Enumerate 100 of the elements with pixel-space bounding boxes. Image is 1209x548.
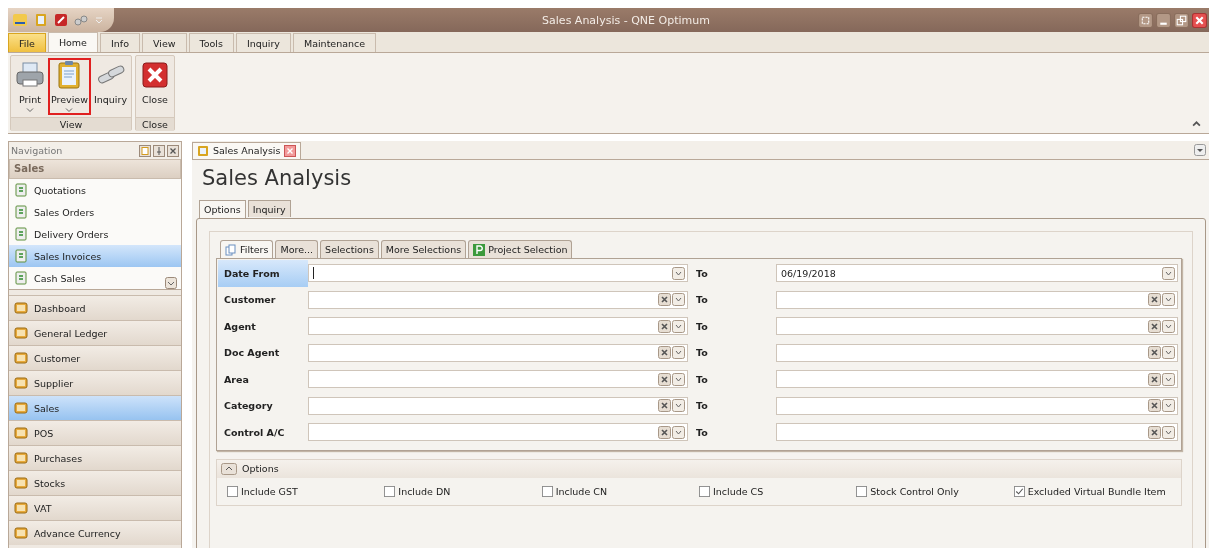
dropdown-icon[interactable] (672, 293, 685, 307)
ribbon-tab[interactable]: Tools (188, 33, 234, 52)
ribbon-tab[interactable]: View (141, 33, 187, 52)
ribbon-button[interactable]: Close (137, 58, 174, 115)
navigation-item[interactable]: Quotations (9, 179, 181, 201)
clipboard-icon[interactable] (34, 13, 48, 27)
ribbon-tab[interactable]: Maintenance (292, 33, 377, 52)
filter-tab[interactable]: Selections (320, 240, 379, 258)
close-icon (140, 60, 171, 90)
checkbox[interactable] (856, 485, 868, 497)
module-button[interactable]: Dashboard (9, 295, 181, 320)
close-icon[interactable] (1192, 12, 1207, 28)
input-field[interactable] (776, 343, 1178, 362)
filter-tab[interactable]: Filters (220, 240, 274, 258)
clear-icon[interactable] (1148, 425, 1161, 439)
checkbox-label: Include DN (398, 485, 451, 497)
filter-tab[interactable]: Project Selection (468, 240, 573, 258)
dropdown-icon[interactable] (1162, 319, 1175, 333)
dropdown-icon[interactable] (1162, 425, 1175, 439)
navigation-item[interactable]: Delivery Orders (9, 223, 181, 245)
ribbon-tab[interactable]: Home (47, 32, 98, 52)
dropdown-icon[interactable] (1162, 399, 1175, 413)
dropdown-icon[interactable] (672, 399, 685, 413)
module-button[interactable]: Supplier (9, 370, 181, 395)
app-icon[interactable] (12, 12, 28, 28)
clear-icon[interactable] (1148, 399, 1161, 413)
dropdown-icon[interactable] (672, 372, 685, 386)
input-field[interactable] (776, 423, 1178, 442)
input-field[interactable] (308, 290, 688, 309)
document-tab[interactable]: Sales Analysis (192, 141, 302, 159)
dropdown-icon[interactable] (1162, 372, 1175, 386)
clear-icon[interactable] (658, 346, 671, 360)
module-button[interactable]: Purchases (9, 445, 181, 470)
dropdown-icon[interactable] (672, 346, 685, 360)
collapse-icon[interactable] (221, 462, 237, 475)
module-button[interactable]: Customer (9, 345, 181, 370)
pages-icon (225, 243, 237, 256)
ribbon-tab[interactable]: Info (99, 33, 140, 52)
checkbox[interactable] (1013, 485, 1025, 497)
ribbon-button[interactable]: Print (12, 58, 48, 115)
clear-icon[interactable] (1148, 372, 1161, 386)
checkbox[interactable] (541, 485, 553, 497)
checkbox-label: Stock Control Only (870, 485, 959, 497)
restore-icon[interactable] (1174, 12, 1189, 28)
ribbon-tab[interactable]: Inquiry (235, 33, 291, 52)
module-button[interactable]: Stocks (9, 470, 181, 495)
filter-tab[interactable]: More... (275, 240, 319, 258)
checkbox[interactable] (384, 485, 396, 497)
dropdown-icon[interactable] (1162, 346, 1175, 360)
input-field[interactable] (308, 264, 688, 283)
checkbox[interactable] (227, 485, 238, 497)
module-button[interactable]: General Ledger (9, 320, 181, 345)
minimize-icon[interactable] (1156, 12, 1171, 28)
clear-icon[interactable] (658, 399, 671, 413)
dropdown-icon[interactable] (1162, 266, 1175, 280)
navigation-item[interactable]: Sales Orders (9, 201, 181, 223)
fullscreen-icon[interactable] (1138, 12, 1153, 28)
document-icon[interactable] (139, 144, 151, 157)
input-field[interactable] (308, 343, 688, 362)
input-field[interactable]: 06/19/2018 (776, 264, 1178, 283)
clear-icon[interactable] (1148, 293, 1161, 307)
ribbon-button[interactable]: Preview (48, 58, 91, 115)
navigation-item[interactable]: Sales Invoices (9, 245, 181, 267)
input-field[interactable] (776, 317, 1178, 336)
close-icon[interactable] (284, 144, 297, 157)
pin-icon[interactable] (153, 144, 165, 157)
input-field[interactable] (308, 396, 688, 415)
input-field[interactable] (308, 370, 688, 389)
clear-icon[interactable] (658, 425, 671, 439)
input-field[interactable] (308, 317, 688, 336)
ribbon-tab[interactable]: File (8, 33, 46, 52)
input-field[interactable] (776, 370, 1178, 389)
page-tab[interactable]: Options (199, 200, 246, 218)
dropdown-icon[interactable] (672, 266, 685, 280)
exit-icon[interactable] (54, 13, 68, 27)
input-field[interactable] (776, 290, 1178, 309)
collapse-ribbon-icon[interactable] (1192, 121, 1201, 127)
checkbox[interactable] (699, 485, 710, 497)
dropdown-icon[interactable] (1194, 144, 1206, 156)
clear-icon[interactable] (1148, 319, 1161, 333)
module-button[interactable]: VAT (9, 495, 181, 520)
module-button[interactable]: Advance Currency (9, 520, 181, 545)
close-icon[interactable] (167, 144, 179, 157)
filter-tab[interactable]: More Selections (380, 240, 467, 258)
dropdown-icon[interactable] (672, 425, 685, 439)
clear-icon[interactable] (658, 319, 671, 333)
clear-icon[interactable] (1148, 346, 1161, 360)
scroll-down-icon[interactable] (165, 277, 177, 289)
module-button[interactable]: Sales (9, 395, 181, 420)
ribbon-button[interactable]: Inquiry (91, 58, 131, 115)
input-field[interactable] (776, 396, 1178, 415)
page-tab[interactable]: Inquiry (247, 200, 291, 217)
clear-icon[interactable] (658, 293, 671, 307)
input-field[interactable] (308, 423, 688, 442)
to-label: To (695, 400, 709, 412)
dropdown-icon[interactable] (672, 319, 685, 333)
dropdown-icon[interactable] (1162, 293, 1175, 307)
module-button[interactable]: POS (9, 420, 181, 445)
navigation-item[interactable]: Cash Sales (9, 267, 181, 289)
clear-icon[interactable] (658, 372, 671, 386)
